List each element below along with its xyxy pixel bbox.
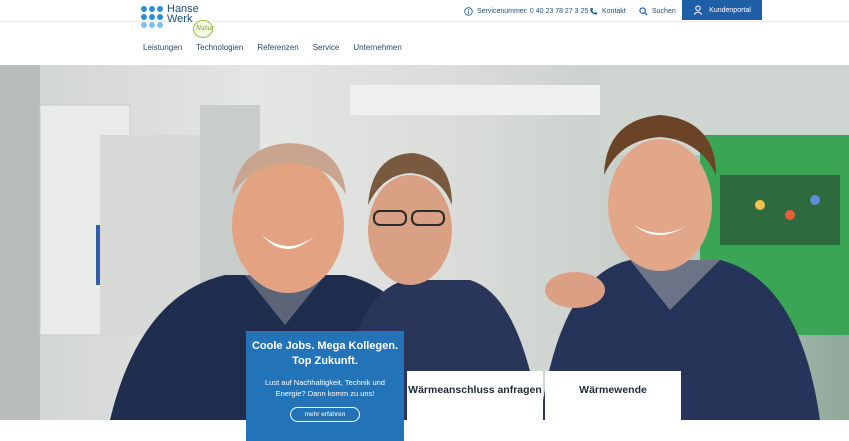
logo-text: Hanse Werk: [167, 3, 199, 25]
main-nav: Leistungen Technologien Referenzen Servi…: [143, 43, 402, 52]
nav-item-leistungen[interactable]: Leistungen: [143, 43, 182, 52]
hero-photo-illustration: [0, 65, 849, 420]
service-number-text: Servicenummer: 0 40 23 78 27 3 25: [477, 7, 589, 15]
contact-link[interactable]: Kontakt: [589, 4, 626, 18]
service-number[interactable]: Servicenummer: 0 40 23 78 27 3 25: [464, 4, 588, 18]
more-info-button[interactable]: mehr erfahren: [289, 407, 361, 422]
heat-connection-label: Wärmeanschluss anfragen: [408, 384, 542, 396]
info-icon: [464, 6, 473, 16]
search-button[interactable]: Suchen: [639, 4, 676, 18]
heat-transition-label: Wärmewende: [579, 384, 647, 396]
customer-portal-button[interactable]: Kundenportal: [682, 0, 762, 20]
logo-dots-icon: [141, 6, 163, 28]
nav-item-service[interactable]: Service: [313, 43, 340, 52]
customer-portal-label: Kundenportal: [709, 6, 751, 14]
nav-item-unternehmen[interactable]: Unternehmen: [353, 43, 401, 52]
heat-transition-tile[interactable]: Wärmewende: [545, 371, 681, 429]
user-icon: [693, 5, 703, 15]
hero-image: [0, 65, 849, 420]
career-promo-box: Coole Jobs. Mega Kollegen. Top Zukunft. …: [246, 331, 404, 441]
promo-title: Coole Jobs. Mega Kollegen. Top Zukunft.: [251, 340, 399, 367]
logo[interactable]: Hanse Werk Natur: [141, 4, 221, 40]
search-icon: [639, 6, 648, 16]
heat-connection-tile[interactable]: Wärmeanschluss anfragen: [407, 371, 543, 429]
contact-label: Kontakt: [602, 7, 626, 15]
natur-badge: Natur: [193, 20, 214, 38]
phone-icon: [590, 7, 598, 15]
nav-item-technologien[interactable]: Technologien: [196, 43, 243, 52]
nav-item-referenzen[interactable]: Referenzen: [257, 43, 298, 52]
search-label: Suchen: [652, 7, 676, 15]
promo-text: Lust auf Nachhaltigkeit, Technik und Ene…: [265, 378, 385, 398]
